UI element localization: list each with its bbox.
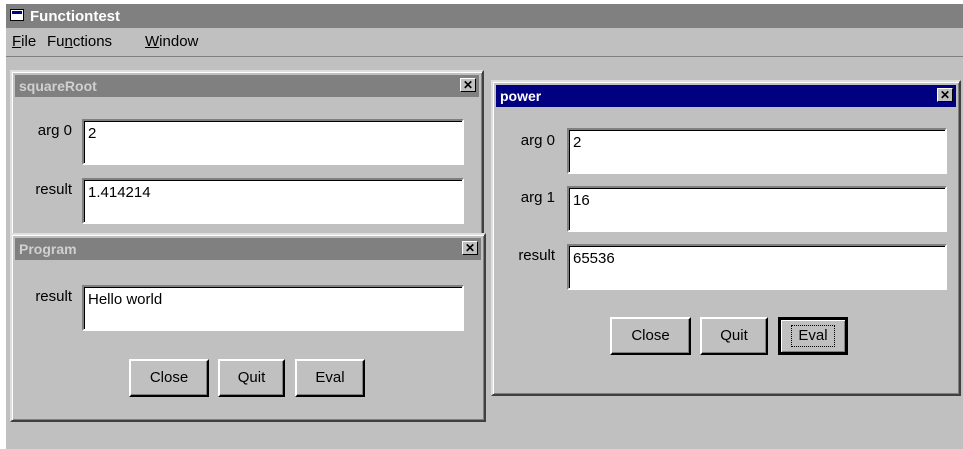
squareroot-close-icon[interactable]: ✕ <box>460 78 476 92</box>
power-arg1-field[interactable]: 16 <box>567 186 947 232</box>
program-eval-button[interactable]: Eval <box>295 359 365 397</box>
squareroot-titlebar[interactable]: squareRoot ✕ <box>15 75 479 97</box>
power-arg1-label: arg 1 <box>520 189 555 206</box>
menu-window[interactable]: Window <box>145 33 198 50</box>
power-close-icon[interactable]: ✕ <box>937 88 953 102</box>
squareroot-result-label: result <box>35 181 72 198</box>
program-title: Program <box>19 241 77 257</box>
program-quit-button[interactable]: Quit <box>218 359 285 397</box>
power-window: power ✕ arg 0 2 arg 1 16 result 65536 Cl… <box>491 80 961 396</box>
squareroot-window: squareRoot ✕ arg 0 2 result 1.414214 <box>10 70 484 238</box>
app-title: Functiontest <box>30 8 120 25</box>
power-quit-button[interactable]: Quit <box>700 317 768 355</box>
power-arg0-label: arg 0 <box>520 132 555 149</box>
program-result-label: result <box>35 288 72 305</box>
power-result-label: result <box>518 247 555 264</box>
power-eval-button[interactable]: Eval <box>778 317 848 355</box>
power-result-field[interactable]: 65536 <box>567 244 947 290</box>
program-window: Program ✕ result Hello world Close Quit … <box>10 233 486 422</box>
menu-functions[interactable]: Functions <box>47 33 112 50</box>
power-close-button[interactable]: Close <box>610 317 691 355</box>
squareroot-title: squareRoot <box>19 78 97 94</box>
menu-file[interactable]: File <box>12 33 36 50</box>
menubar: File Functions Window <box>6 30 963 54</box>
power-arg0-field[interactable]: 2 <box>567 128 947 174</box>
power-title: power <box>500 88 542 104</box>
app-window: Functiontest File Functions Window squar… <box>6 4 963 449</box>
app-window-icon[interactable] <box>10 9 24 21</box>
power-eval-label: Eval <box>791 325 835 347</box>
program-close-icon[interactable]: ✕ <box>462 241 478 255</box>
squareroot-arg0-field[interactable]: 2 <box>82 119 464 165</box>
program-close-button[interactable]: Close <box>129 359 209 397</box>
squareroot-result-field[interactable]: 1.414214 <box>82 178 464 224</box>
app-titlebar[interactable]: Functiontest <box>6 4 963 28</box>
squareroot-arg0-label: arg 0 <box>37 122 72 139</box>
program-titlebar[interactable]: Program ✕ <box>15 238 481 260</box>
power-titlebar[interactable]: power ✕ <box>496 85 956 107</box>
program-result-field[interactable]: Hello world <box>82 285 464 331</box>
